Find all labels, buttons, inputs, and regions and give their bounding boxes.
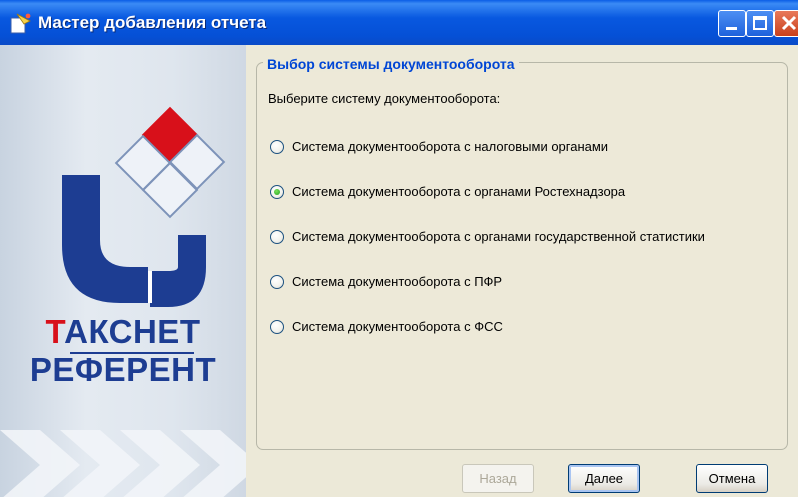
radio-label[interactable]: Система документооборота с органами Рост… [292,184,625,199]
maximize-button[interactable] [746,10,774,37]
back-button[interactable]: Назад [462,464,534,493]
groupbox-title: Выбор системы документооборота [263,56,519,72]
radio-button[interactable] [270,230,284,244]
radio-label[interactable]: Система документооборота с ФСС [292,319,503,334]
document-system-groupbox [256,62,788,450]
title-bar[interactable]: Мастер добавления отчета [0,0,798,45]
radio-selected-dot [274,189,280,195]
window-title: Мастер добавления отчета [38,13,267,32]
radio-label[interactable]: Система документооборота с органами госу… [292,229,705,244]
selection-prompt: Выберите систему документооборота: [268,91,501,106]
brand-logo [0,106,246,497]
minimize-icon [726,27,737,30]
radio-button[interactable] [270,140,284,154]
brand-name-line2: РЕФЕРЕНТ [29,351,217,388]
close-icon [781,15,797,31]
radio-button-selected[interactable] [270,185,284,199]
brand-name-line1: ТАКСНЕТ [45,313,201,350]
wizard-window: Мастер добавления отчета ТАКСНЕТ РЕФЕРЕН… [0,0,798,497]
radio-button[interactable] [270,320,284,334]
next-button[interactable]: Далее [568,464,640,493]
radio-label[interactable]: Система документооборота с налоговыми ор… [292,139,608,154]
maximize-icon [753,16,767,30]
minimize-button[interactable] [718,10,746,37]
wizard-icon [10,13,31,34]
cancel-button[interactable]: Отмена [696,464,768,493]
radio-button[interactable] [270,275,284,289]
brand-panel: ТАКСНЕТ РЕФЕРЕНТ [0,45,246,497]
close-button[interactable] [774,10,798,37]
radio-label[interactable]: Система документооборота с ПФР [292,274,502,289]
